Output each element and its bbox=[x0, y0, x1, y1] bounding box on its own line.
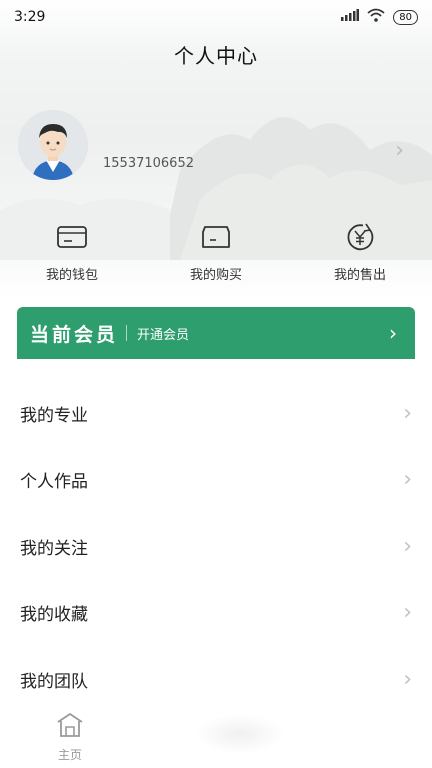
vip-banner[interactable]: 当前会员 开通会员 › bbox=[17, 307, 415, 359]
menu-item-label: 个人作品 bbox=[20, 472, 88, 493]
chevron-right-icon: › bbox=[403, 467, 412, 493]
home-icon bbox=[55, 712, 85, 742]
yen-icon bbox=[343, 222, 377, 252]
signal-icon bbox=[341, 9, 360, 25]
menu-list: 我的专业 › 个人作品 › 我的关注 › 我的收藏 › 我的团队 › bbox=[0, 380, 432, 713]
bottom-tab-bar: 主页 bbox=[0, 706, 432, 768]
vip-divider bbox=[126, 325, 128, 341]
menu-item-label: 我的团队 bbox=[20, 671, 88, 692]
vip-title: 当前会员 bbox=[30, 323, 119, 346]
status-bar: 3:29 80 bbox=[0, 0, 432, 34]
avatar[interactable] bbox=[18, 110, 88, 180]
chevron-right-icon: › bbox=[403, 666, 412, 692]
chevron-right-icon: › bbox=[403, 600, 412, 626]
menu-item-label: 我的关注 bbox=[20, 538, 88, 559]
chevron-right-icon: › bbox=[403, 533, 412, 559]
page-title: 个人中心 bbox=[174, 44, 258, 68]
menu-item-following[interactable]: 我的关注 › bbox=[0, 513, 432, 580]
wallet-icon bbox=[55, 222, 89, 252]
profile-card[interactable]: 15537106652 › bbox=[18, 110, 416, 200]
status-icons: 80 bbox=[341, 8, 418, 26]
menu-item-major[interactable]: 我的专业 › bbox=[0, 380, 432, 447]
wifi-icon bbox=[367, 8, 385, 26]
open-membership-link[interactable]: 开通会员 bbox=[137, 324, 189, 343]
chevron-right-icon[interactable]: › bbox=[395, 138, 404, 163]
tab-home-label: 主页 bbox=[57, 748, 82, 762]
menu-item-favorites[interactable]: 我的收藏 › bbox=[0, 580, 432, 647]
wallet-button[interactable]: 我的钱包 bbox=[0, 222, 144, 283]
phone-number: 15537106652 bbox=[103, 156, 194, 171]
purchases-label: 我的购买 bbox=[189, 268, 242, 283]
chevron-right-icon: › bbox=[389, 321, 397, 345]
quick-actions: 我的钱包 我的购买 我的售出 bbox=[0, 222, 432, 283]
menu-item-label: 我的专业 bbox=[20, 405, 88, 426]
menu-item-works[interactable]: 个人作品 › bbox=[0, 447, 432, 514]
chevron-right-icon: › bbox=[403, 400, 412, 426]
battery-icon: 80 bbox=[393, 9, 418, 25]
tab-second-blurred[interactable] bbox=[195, 714, 285, 754]
tab-home[interactable]: 主页 bbox=[0, 706, 140, 768]
wallet-label: 我的钱包 bbox=[45, 268, 98, 283]
purchase-box-icon bbox=[199, 222, 233, 252]
sales-label: 我的售出 bbox=[333, 268, 386, 283]
sales-button[interactable]: 我的售出 bbox=[288, 222, 432, 283]
status-time: 3:29 bbox=[14, 9, 46, 25]
menu-item-label: 我的收藏 bbox=[20, 605, 88, 626]
purchases-button[interactable]: 我的购买 bbox=[144, 222, 288, 283]
